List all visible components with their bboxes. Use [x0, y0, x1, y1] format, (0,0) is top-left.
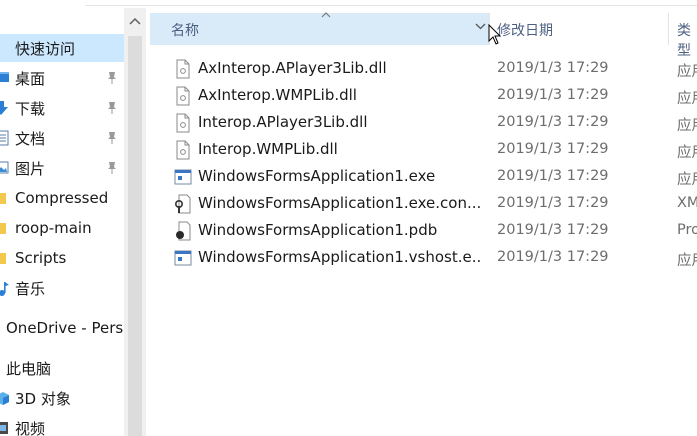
mouse-cursor-icon	[488, 24, 502, 45]
file-type: 应用	[677, 172, 697, 188]
pin-icon[interactable]	[106, 71, 118, 85]
pin-icon[interactable]	[106, 131, 118, 145]
sort-ascending-icon	[321, 12, 331, 18]
nav-item-music[interactable]: 音乐	[0, 274, 124, 302]
onedrive-icon	[0, 314, 5, 342]
dll-file-icon	[176, 86, 190, 106]
star-icon	[0, 34, 14, 62]
nav-item-label: 快速访问	[15, 39, 76, 58]
column-separator[interactable]	[668, 13, 669, 45]
nav-item-3d-objects[interactable]: 3D 对象	[0, 384, 124, 412]
nav-item-label: Compressed	[15, 189, 109, 207]
nav-item-roop-main[interactable]: roop-main	[0, 214, 124, 242]
nav-item-videos[interactable]: 视频	[0, 414, 124, 436]
file-date: 2019/1/3 17:29	[497, 168, 609, 184]
pin-icon[interactable]	[106, 161, 118, 175]
file-name: WindowsFormsApplication1.pdb	[198, 221, 438, 239]
3d-objects-icon	[0, 384, 14, 412]
folder-icon	[0, 184, 14, 212]
dll-file-icon	[176, 113, 190, 133]
nav-item-label: 文档	[15, 129, 46, 148]
computer-icon	[0, 354, 5, 382]
nav-item-documents[interactable]: 文档	[0, 124, 124, 152]
file-date: 2019/1/3 17:29	[497, 87, 609, 103]
nav-item-pictures[interactable]: 图片	[0, 154, 124, 182]
dll-file-icon	[176, 59, 190, 79]
nav-item-label: 视频	[15, 419, 46, 436]
nav-item-label: 3D 对象	[15, 389, 71, 408]
folder-icon	[0, 244, 14, 272]
file-type: Pro	[677, 222, 697, 238]
file-name: WindowsFormsApplication1.exe	[198, 167, 436, 185]
nav-item-onedrive[interactable]: OneDrive - Perso	[0, 314, 124, 342]
file-type: 应用	[677, 118, 697, 134]
scroll-thumb[interactable]	[128, 36, 142, 436]
file-type: 应用	[677, 64, 697, 80]
file-row[interactable]: WindowsFormsApplication1.exe 2019/1/3 17…	[150, 163, 697, 190]
file-name: Interop.APlayer3Lib.dll	[198, 113, 368, 131]
nav-item-desktop[interactable]: 桌面	[0, 64, 124, 92]
nav-item-compressed[interactable]: Compressed	[0, 184, 124, 212]
nav-item-label: OneDrive - Perso	[6, 319, 124, 337]
file-type: 应用	[677, 145, 697, 161]
nav-item-label: 下载	[15, 99, 46, 118]
column-header: 名称 修改日期 类型	[150, 8, 697, 59]
documents-icon	[0, 124, 14, 152]
nav-item-scripts[interactable]: Scripts	[0, 244, 124, 272]
file-row[interactable]: Interop.APlayer3Lib.dll 2019/1/3 17:29 应…	[150, 109, 697, 136]
nav-item-label: 音乐	[15, 279, 46, 298]
nav-item-downloads[interactable]: 下载	[0, 94, 124, 122]
column-type-label[interactable]: 类型	[677, 20, 697, 60]
file-date: 2019/1/3 17:29	[497, 114, 609, 130]
file-type: 应用	[677, 91, 697, 107]
file-name: WindowsFormsApplication1.vshost.e...	[198, 248, 482, 266]
file-name: AxInterop.WMPLib.dll	[198, 86, 357, 104]
file-row[interactable]: AxInterop.WMPLib.dll 2019/1/3 17:29 应用	[150, 82, 697, 109]
chevron-down-icon[interactable]	[475, 23, 486, 30]
folder-icon	[0, 214, 14, 242]
nav-item-label: 此电脑	[6, 359, 52, 378]
file-date: 2019/1/3 17:29	[497, 60, 609, 76]
nav-item-label: roop-main	[15, 219, 92, 237]
exe-file-icon	[174, 169, 192, 185]
file-row[interactable]: WindowsFormsApplication1.vshost.e... 201…	[150, 244, 697, 271]
column-date-label[interactable]: 修改日期	[497, 20, 553, 40]
nav-item-label: 图片	[15, 159, 46, 178]
music-icon	[0, 274, 14, 302]
pin-icon[interactable]	[106, 101, 118, 115]
download-icon	[0, 94, 14, 122]
file-row[interactable]: Interop.WMPLib.dll 2019/1/3 17:29 应用	[150, 136, 697, 163]
file-date: 2019/1/3 17:29	[497, 249, 609, 265]
file-date: 2019/1/3 17:29	[497, 141, 609, 157]
nav-item-label: 桌面	[15, 69, 46, 88]
file-row[interactable]: WindowsFormsApplication1.exe.con... 2019…	[150, 190, 697, 217]
column-name-label: 名称	[171, 23, 199, 39]
top-strip	[0, 0, 697, 8]
file-type: 应用	[677, 253, 697, 269]
file-name: Interop.WMPLib.dll	[198, 140, 338, 158]
file-date: 2019/1/3 17:29	[497, 222, 609, 238]
dll-file-icon	[176, 140, 190, 160]
address-bar-edge	[85, 0, 697, 6]
navigation-pane: 快速访问 桌面 下载 文档 图片 Compressed roop-main Sc…	[0, 8, 124, 436]
file-row[interactable]: AxInterop.APlayer3Lib.dll 2019/1/3 17:29…	[150, 55, 697, 82]
desktop-icon	[0, 64, 14, 92]
nav-item-quick-access[interactable]: 快速访问	[0, 34, 124, 62]
videos-icon	[0, 414, 14, 436]
file-name: WindowsFormsApplication1.exe.con...	[198, 194, 482, 212]
scroll-up-arrow-icon[interactable]	[129, 16, 141, 26]
file-date: 2019/1/3 17:29	[497, 195, 609, 211]
column-header-name[interactable]	[150, 13, 490, 45]
file-name: AxInterop.APlayer3Lib.dll	[198, 59, 387, 77]
nav-item-this-pc[interactable]: 此电脑	[0, 354, 124, 382]
nav-item-label: Scripts	[15, 249, 67, 267]
exe-file-icon	[174, 250, 192, 266]
file-row[interactable]: WindowsFormsApplication1.pdb 2019/1/3 17…	[150, 217, 697, 244]
pictures-icon	[0, 154, 14, 182]
file-type: XM	[677, 195, 697, 211]
nav-scrollbar[interactable]	[124, 8, 146, 436]
config-file-icon	[174, 194, 191, 214]
pdb-file-icon	[176, 221, 191, 241]
